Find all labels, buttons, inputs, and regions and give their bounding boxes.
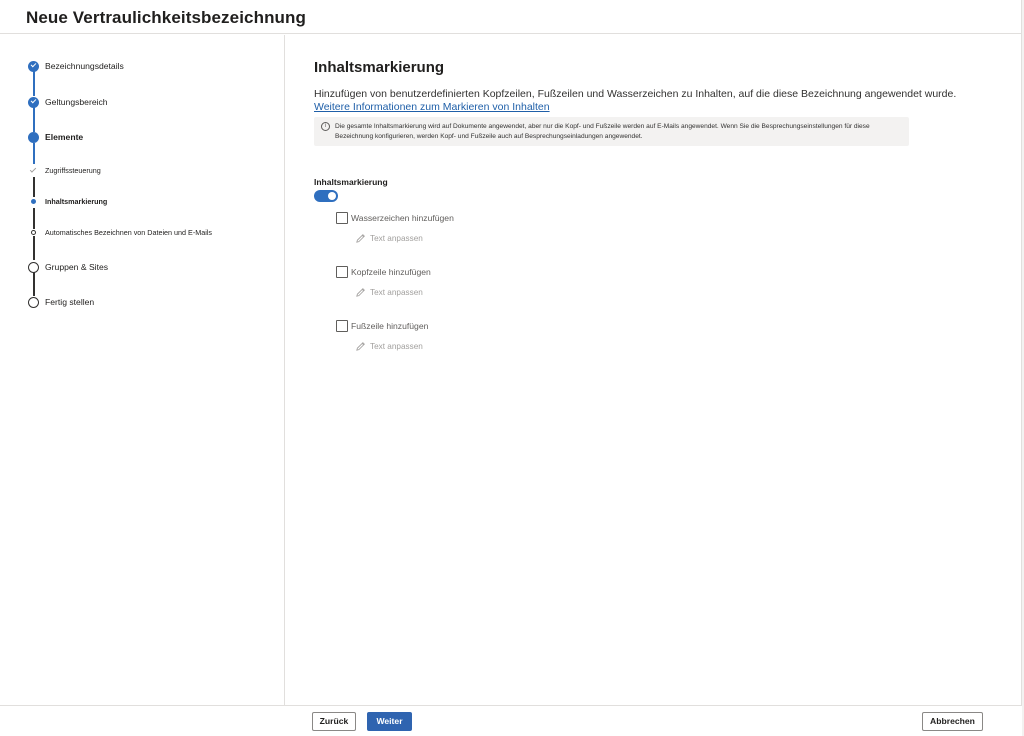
step-label: Automatisches Bezeichnen von Dateien und…: [45, 228, 213, 237]
step-label: Zugriffssteuerung: [45, 166, 101, 175]
info-icon: i: [321, 122, 330, 131]
step-connector: [33, 177, 35, 197]
step-connector: [33, 236, 35, 260]
pencil-icon: [356, 234, 365, 243]
step-label: Geltungsbereich: [45, 97, 108, 107]
toggle-label: Inhaltsmarkierung: [314, 177, 388, 187]
step-connector: [33, 208, 35, 229]
edit-text-label: Text anpassen: [370, 288, 423, 297]
step-label: Bezeichnungsdetails: [45, 61, 124, 71]
cancel-button[interactable]: Abbrechen: [922, 712, 983, 731]
next-button[interactable]: Weiter: [367, 712, 412, 731]
back-button[interactable]: Zurück: [312, 712, 356, 731]
checkmark-icon: [28, 61, 39, 72]
pending-step-icon: [28, 262, 39, 273]
dialog-window: Neue Vertraulichkeitsbezeichnung Bezeich…: [0, 0, 1022, 736]
step-label: Elemente: [45, 132, 84, 142]
content-marking-toggle[interactable]: [314, 190, 338, 202]
wizard-stepper: Bezeichnungsdetails Geltungsbereich Elem…: [0, 35, 285, 705]
dialog-header: Neue Vertraulichkeitsbezeichnung: [0, 0, 1022, 34]
section-description: Hinzufügen von benutzerdefinierten Kopfz…: [314, 88, 957, 100]
step-connector: [33, 71, 35, 96]
edit-text-label: Text anpassen: [370, 342, 423, 351]
pending-substep-icon: [31, 230, 36, 235]
checkmark-icon: [29, 166, 37, 173]
pencil-icon: [356, 288, 365, 297]
watermark-checkbox[interactable]: [336, 212, 348, 224]
header-checkbox[interactable]: [336, 266, 348, 278]
header-label: Kopfzeile hinzufügen: [351, 267, 431, 277]
pending-step-icon: [28, 297, 39, 308]
pencil-icon: [356, 342, 365, 351]
step-connector: [33, 272, 35, 296]
footer-label: Fußzeile hinzufügen: [351, 321, 429, 331]
edit-text-label: Text anpassen: [370, 234, 423, 243]
current-step-icon: [28, 132, 39, 143]
step-connector: [33, 143, 35, 164]
dialog-footer: Zurück Weiter Abbrechen: [0, 705, 1022, 736]
footer-checkbox[interactable]: [336, 320, 348, 332]
info-text: Die gesamte Inhaltsmarkierung wird auf D…: [335, 123, 870, 140]
step-label: Fertig stellen: [45, 297, 95, 307]
section-title: Inhaltsmarkierung: [314, 59, 445, 76]
step-label: Gruppen & Sites: [45, 262, 109, 272]
checkmark-icon: [28, 97, 39, 108]
info-message-bar: i Die gesamte Inhaltsmarkierung wird auf…: [314, 117, 909, 146]
toggle-knob: [328, 192, 336, 200]
watermark-label: Wasserzeichen hinzufügen: [351, 213, 454, 223]
step-connector: [33, 107, 35, 132]
learn-more-link[interactable]: Weitere Informationen zum Markieren von …: [314, 101, 550, 113]
current-substep-icon: [31, 199, 36, 204]
page-title: Neue Vertraulichkeitsbezeichnung: [26, 8, 307, 27]
step-label: Inhaltsmarkierung: [45, 197, 108, 206]
